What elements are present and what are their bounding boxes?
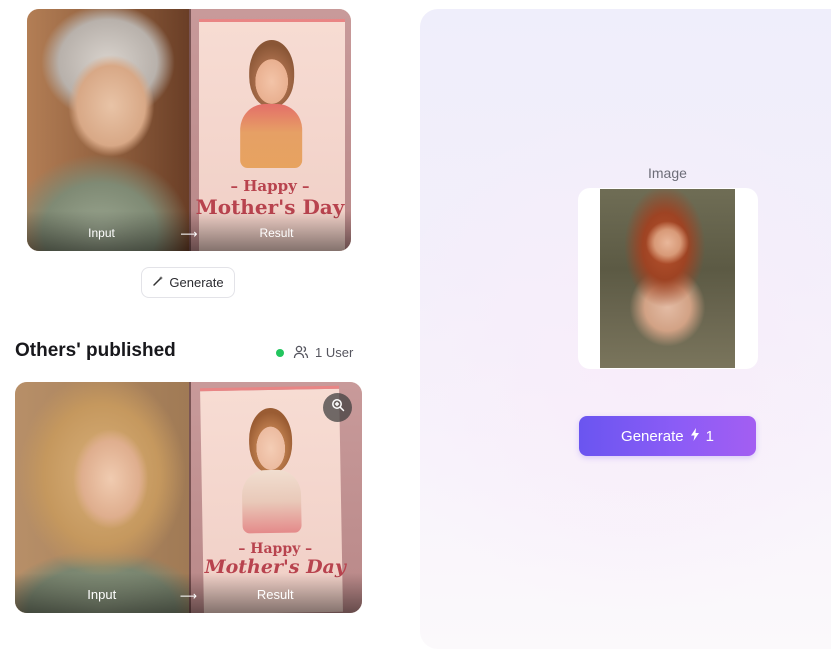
input-caption: Input xyxy=(88,226,115,240)
result-caption: Result xyxy=(256,587,294,602)
generate-example-button[interactable]: Generate xyxy=(141,267,235,298)
card-text-happy: – Happy – xyxy=(238,541,313,557)
magic-wand-icon xyxy=(152,275,164,290)
input-caption: Input xyxy=(87,587,117,602)
image-upload-label: Image xyxy=(648,165,687,181)
cartoon-grandmother-figure xyxy=(231,40,313,169)
cartoon-woman-figure xyxy=(231,407,311,534)
card-text-happy: – Happy – xyxy=(230,177,310,195)
image-upload-area[interactable] xyxy=(578,188,758,369)
user-count: 1 User xyxy=(315,345,354,360)
arrow-right-icon: ⟶ xyxy=(179,589,198,603)
generate-button-label: Generate xyxy=(621,427,684,445)
zoom-in-icon xyxy=(331,398,345,417)
zoom-in-button[interactable] xyxy=(323,393,352,422)
published-compare-card[interactable]: – Happy – Mother's Day Input ⟶ Result xyxy=(15,382,362,613)
lightning-icon xyxy=(690,428,700,444)
credit-cost: 1 xyxy=(705,427,714,445)
uploaded-photo xyxy=(600,189,735,368)
users-icon xyxy=(293,344,309,365)
generate-example-label: Generate xyxy=(169,275,224,290)
online-status-dot xyxy=(276,349,284,357)
others-published-title: Others' published xyxy=(15,340,176,361)
result-caption: Result xyxy=(259,226,294,240)
generate-button[interactable]: Generate 1 xyxy=(579,416,756,456)
example-compare-card[interactable]: – Happy – Mother's Day Input ⟶ Result xyxy=(27,9,351,251)
arrow-right-icon: ⟶ xyxy=(180,227,198,241)
